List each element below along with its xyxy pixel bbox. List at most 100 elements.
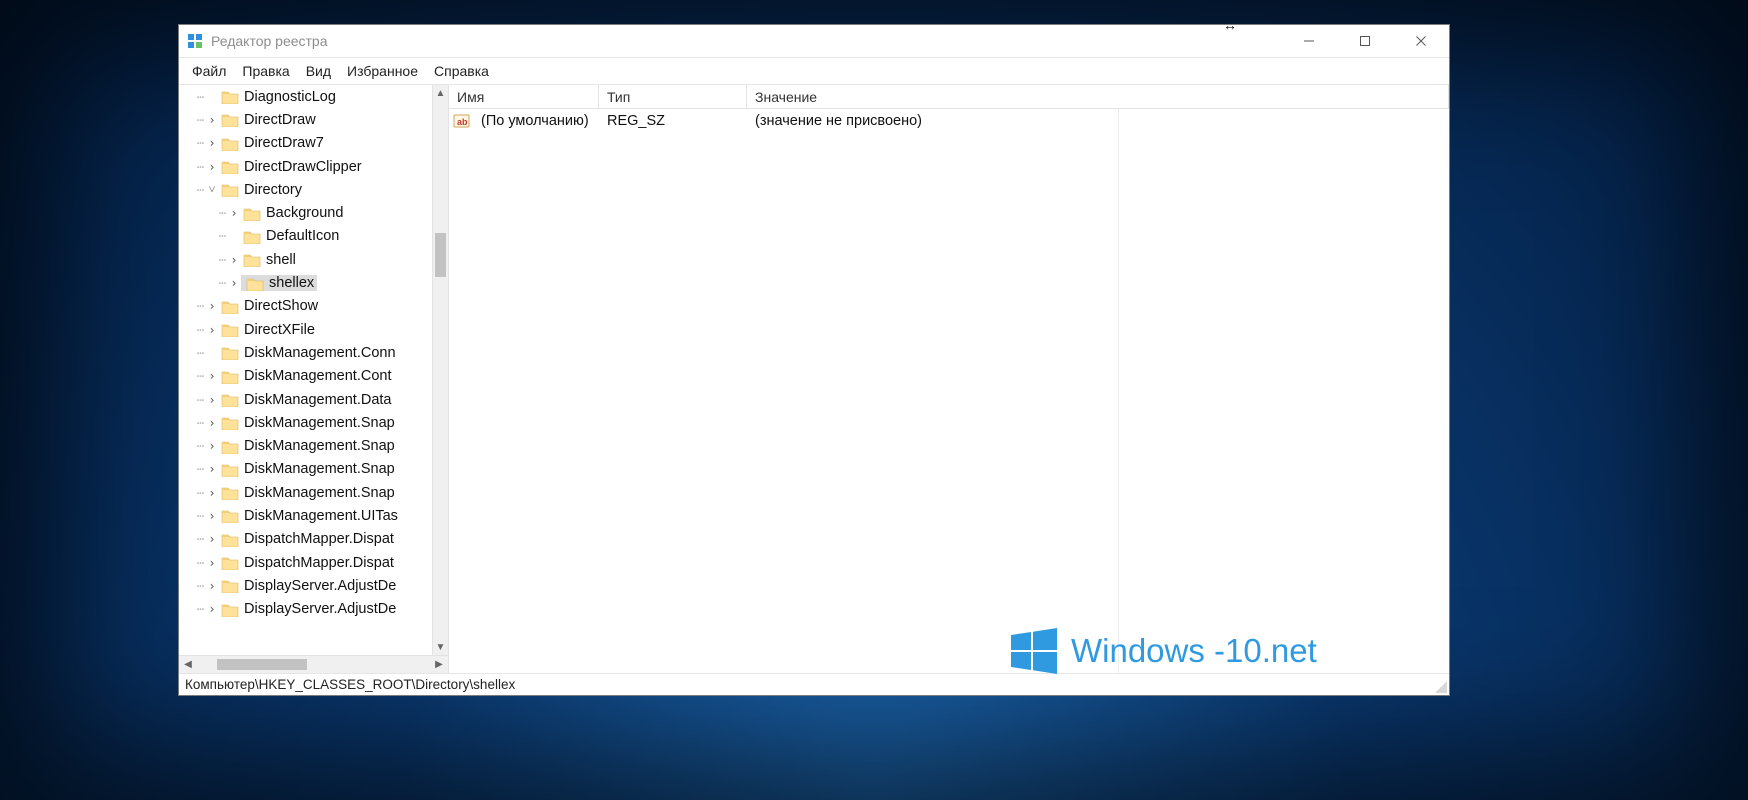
tree-item[interactable]: ⋯› DispatchMapper.Dispat: [179, 551, 432, 574]
maximize-button[interactable]: [1337, 25, 1393, 57]
tree-item-label-wrap[interactable]: Background: [241, 205, 343, 221]
tree-item-label-wrap[interactable]: DisplayServer.AdjustDe: [219, 578, 396, 594]
tree-item-label-wrap[interactable]: DirectShow: [219, 298, 318, 314]
tree-item-label-wrap[interactable]: DirectDraw7: [219, 135, 324, 151]
scroll-up-icon[interactable]: ▲: [433, 85, 448, 101]
tree-item-label-wrap[interactable]: DispatchMapper.Dispat: [219, 555, 394, 571]
titlebar[interactable]: Редактор реестра ↔: [179, 25, 1449, 58]
tree-item[interactable]: ⋯ DiagnosticLog: [179, 85, 432, 108]
chevron-right-icon[interactable]: ›: [205, 113, 219, 127]
tree-item-label-wrap[interactable]: DiskManagement.Snap: [219, 485, 395, 501]
chevron-right-icon[interactable]: ›: [205, 299, 219, 313]
tree-item-label-wrap[interactable]: DispatchMapper.Dispat: [219, 531, 394, 547]
minimize-button[interactable]: [1281, 25, 1337, 57]
tree-item-label: DisplayServer.AdjustDe: [244, 578, 396, 594]
chevron-right-icon[interactable]: ›: [205, 416, 219, 430]
tree-item-label-wrap[interactable]: DiskManagement.UITas: [219, 508, 398, 524]
tree-item[interactable]: ⋯› DirectXFile: [179, 318, 432, 341]
chevron-right-icon[interactable]: ›: [205, 509, 219, 523]
resize-grip[interactable]: [1435, 681, 1447, 693]
tree-item-label-wrap[interactable]: DiskManagement.Snap: [219, 438, 395, 454]
tree-item-label-wrap[interactable]: DiskManagement.Snap: [219, 415, 395, 431]
tree-item-label-wrap[interactable]: shellex: [241, 275, 317, 291]
chevron-right-icon[interactable]: ›: [205, 556, 219, 570]
tree-item[interactable]: ⋯› DisplayServer.AdjustDe: [179, 598, 432, 621]
chevron-right-icon[interactable]: ›: [227, 253, 241, 267]
scroll-track[interactable]: [433, 101, 448, 639]
tree-vertical-scrollbar[interactable]: ▲ ▼: [432, 85, 448, 655]
tree-item[interactable]: ⋯ DiskManagement.Conn: [179, 341, 432, 364]
chevron-right-icon[interactable]: ›: [205, 369, 219, 383]
tree-item-label-wrap[interactable]: DiskManagement.Snap: [219, 461, 395, 477]
chevron-right-icon[interactable]: ›: [227, 276, 241, 290]
scroll-right-icon[interactable]: ▶: [430, 656, 448, 673]
statusbar-path: Компьютер\HKEY_CLASSES_ROOT\Directory\sh…: [185, 677, 515, 692]
tree-item[interactable]: ⋯› DispatchMapper.Dispat: [179, 528, 432, 551]
tree-item-label-wrap[interactable]: DirectXFile: [219, 322, 315, 338]
value-row[interactable]: ab (По умолчанию) REG_SZ (значение не пр…: [449, 109, 1449, 133]
tree-item[interactable]: ⋯› DisplayServer.AdjustDe: [179, 574, 432, 597]
tree-guide: ⋯: [179, 369, 205, 383]
chevron-right-icon[interactable]: ›: [205, 602, 219, 616]
tree-item-label-wrap[interactable]: DirectDraw: [219, 112, 316, 128]
tree-item[interactable]: ⋯› DirectDrawClipper: [179, 155, 432, 178]
chevron-right-icon[interactable]: ›: [205, 579, 219, 593]
tree-item[interactable]: ⋯› DiskManagement.Snap: [179, 434, 432, 457]
column-name[interactable]: Имя: [449, 85, 599, 108]
column-value[interactable]: Значение: [747, 85, 1449, 108]
tree-item-label: DirectDrawClipper: [244, 159, 362, 175]
chevron-right-icon[interactable]: ›: [227, 206, 241, 220]
chevron-down-icon[interactable]: ˅: [205, 182, 219, 197]
chevron-right-icon[interactable]: ›: [205, 393, 219, 407]
hscroll-thumb[interactable]: [217, 659, 307, 670]
close-button[interactable]: [1393, 25, 1449, 57]
menu-edit[interactable]: Правка: [235, 61, 296, 81]
chevron-right-icon[interactable]: ›: [205, 486, 219, 500]
menu-file[interactable]: Файл: [185, 61, 233, 81]
column-type[interactable]: Тип: [599, 85, 747, 108]
tree-item[interactable]: ⋯› DirectDraw7: [179, 132, 432, 155]
tree-item-label-wrap[interactable]: DirectDrawClipper: [219, 159, 362, 175]
chevron-right-icon[interactable]: ›: [205, 532, 219, 546]
chevron-right-icon[interactable]: ›: [205, 160, 219, 174]
tree-item-label-wrap[interactable]: DiskManagement.Data: [219, 392, 392, 408]
tree-item[interactable]: ⋯› DiskManagement.Snap: [179, 481, 432, 504]
tree-item[interactable]: ⋯› shell: [179, 248, 432, 271]
tree-horizontal-scrollbar[interactable]: ◀ ▶: [179, 655, 448, 673]
tree-item[interactable]: ⋯› DiskManagement.Snap: [179, 458, 432, 481]
tree-item-label-wrap[interactable]: DiskManagement.Conn: [219, 345, 396, 361]
menu-favorite[interactable]: Избранное: [340, 61, 425, 81]
tree-item-label-wrap[interactable]: Directory: [219, 182, 302, 198]
tree-item[interactable]: ⋯› Background: [179, 201, 432, 224]
tree[interactable]: ⋯ DiagnosticLog⋯› DirectDraw⋯› DirectDra…: [179, 85, 432, 655]
tree-item-label-wrap[interactable]: DisplayServer.AdjustDe: [219, 601, 396, 617]
tree-item-label-wrap[interactable]: DiskManagement.Cont: [219, 368, 392, 384]
values-body[interactable]: ab (По умолчанию) REG_SZ (значение не пр…: [449, 109, 1449, 673]
tree-item[interactable]: ⋯› DirectShow: [179, 295, 432, 318]
tree-item[interactable]: ⋯ DefaultIcon: [179, 225, 432, 248]
menu-view[interactable]: Вид: [299, 61, 338, 81]
menu-help[interactable]: Справка: [427, 61, 496, 81]
hscroll-track[interactable]: [197, 656, 430, 673]
chevron-right-icon[interactable]: ›: [205, 323, 219, 337]
tree-item[interactable]: ⋯› DiskManagement.UITas: [179, 504, 432, 527]
tree-item-label-wrap[interactable]: shell: [241, 252, 296, 268]
tree-item[interactable]: ⋯› shellex: [179, 271, 432, 294]
tree-guide: ⋯: [179, 602, 205, 616]
regedit-icon: [187, 33, 203, 49]
tree-item[interactable]: ⋯› DiskManagement.Data: [179, 388, 432, 411]
scroll-left-icon[interactable]: ◀: [179, 656, 197, 673]
folder-icon: [221, 602, 239, 617]
tree-item-label-wrap[interactable]: DiagnosticLog: [219, 89, 336, 105]
tree-item[interactable]: ⋯› DiskManagement.Snap: [179, 411, 432, 434]
tree-item[interactable]: ⋯› DirectDraw: [179, 108, 432, 131]
chevron-right-icon[interactable]: ›: [205, 439, 219, 453]
scroll-thumb[interactable]: [435, 233, 446, 277]
chevron-right-icon[interactable]: ›: [205, 136, 219, 150]
tree-guide: ⋯: [179, 416, 205, 430]
chevron-right-icon[interactable]: ›: [205, 462, 219, 476]
tree-item[interactable]: ⋯› DiskManagement.Cont: [179, 365, 432, 388]
tree-item-label-wrap[interactable]: DefaultIcon: [241, 228, 339, 244]
tree-item[interactable]: ⋯˅ Directory: [179, 178, 432, 201]
scroll-down-icon[interactable]: ▼: [433, 639, 448, 655]
